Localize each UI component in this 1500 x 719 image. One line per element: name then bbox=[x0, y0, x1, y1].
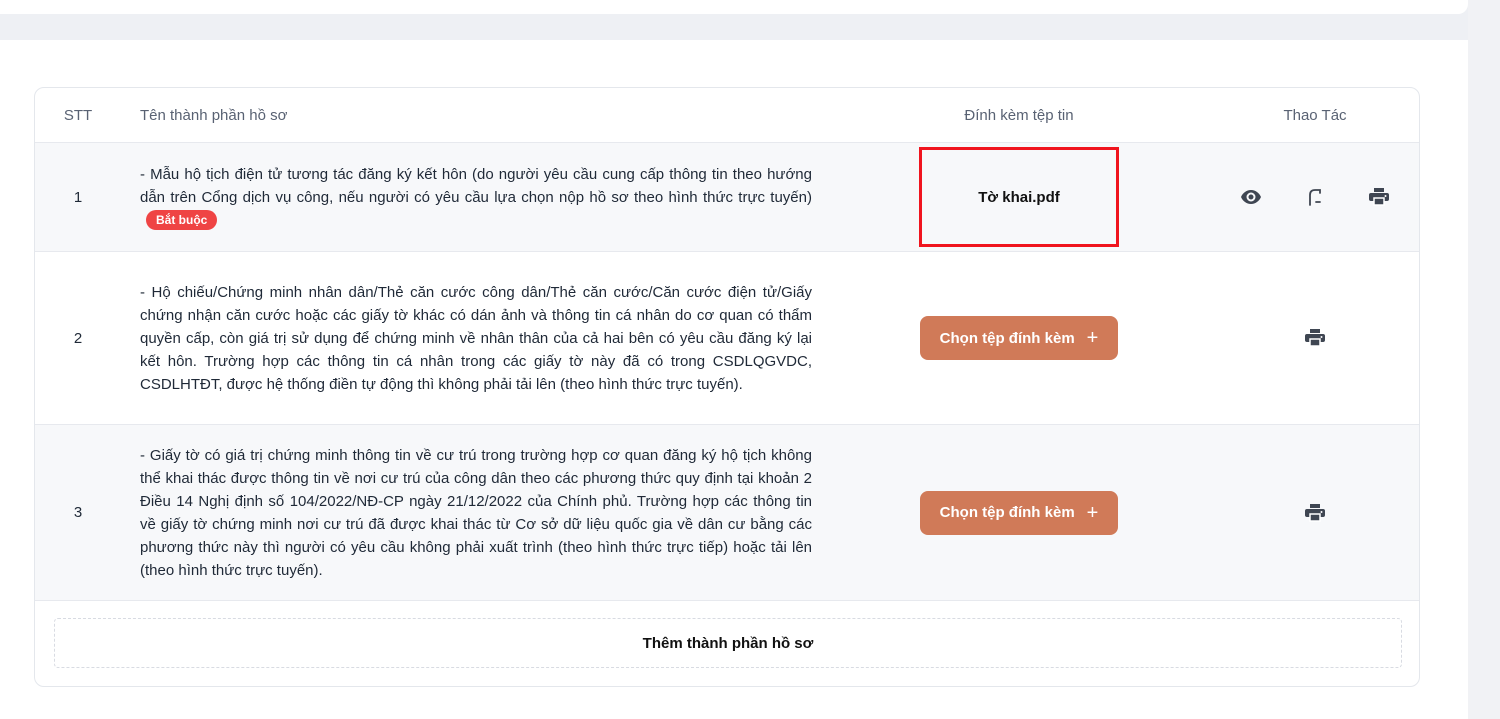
row-actions bbox=[1235, 252, 1395, 424]
content-panel: STT Tên thành phần hồ sơ Đính kèm tệp ti… bbox=[0, 40, 1468, 719]
plus-icon: + bbox=[1086, 327, 1099, 349]
row-description: - Giấy tờ có giá trị chứng minh thông ti… bbox=[140, 425, 812, 600]
table-row: 3 - Giấy tờ có giá trị chứng minh thông … bbox=[35, 425, 1419, 601]
row-actions bbox=[1235, 425, 1395, 600]
choose-file-button[interactable]: Chọn tệp đính kèm + bbox=[920, 490, 1118, 535]
add-component-button[interactable]: Thêm thành phần hồ sơ bbox=[54, 618, 1402, 668]
header-action: Thao Tác bbox=[1283, 107, 1347, 124]
description-text: - Mẫu hộ tịch điện tử tương tác đăng ký … bbox=[140, 165, 812, 206]
print-icon[interactable] bbox=[1304, 502, 1326, 524]
print-icon[interactable] bbox=[1304, 327, 1326, 349]
attach-cell: Tờ khai.pdf bbox=[919, 143, 1119, 251]
attach-cell: Chọn tệp đính kèm + bbox=[919, 252, 1119, 424]
choose-file-label: Chọn tệp đính kèm bbox=[939, 504, 1075, 521]
top-card bbox=[0, 0, 1468, 14]
table-row: 2 - Hộ chiếu/Chứng minh nhân dân/Thẻ căn… bbox=[35, 252, 1419, 425]
row-description: - Hộ chiếu/Chứng minh nhân dân/Thẻ căn c… bbox=[140, 252, 812, 424]
required-badge: Bắt buộc bbox=[146, 209, 218, 230]
description-text: - Hộ chiếu/Chứng minh nhân dân/Thẻ căn c… bbox=[140, 283, 812, 393]
table-row: 1 - Mẫu hộ tịch điện tử tương tác đăng k… bbox=[35, 143, 1419, 252]
choose-file-button[interactable]: Chọn tệp đính kèm + bbox=[920, 316, 1118, 360]
row-stt: 1 bbox=[73, 188, 83, 206]
print-icon[interactable] bbox=[1368, 186, 1390, 208]
choose-file-label: Chọn tệp đính kèm bbox=[939, 329, 1075, 347]
header-name: Tên thành phần hồ sơ bbox=[140, 107, 288, 124]
row-stt: 3 bbox=[73, 504, 83, 521]
table-header: STT Tên thành phần hồ sơ Đính kèm tệp ti… bbox=[35, 88, 1419, 143]
attached-file-link[interactable]: Tờ khai.pdf bbox=[919, 147, 1119, 247]
document-table: STT Tên thành phần hồ sơ Đính kèm tệp ti… bbox=[34, 87, 1420, 687]
plus-icon: + bbox=[1086, 501, 1099, 524]
description-text: - Giấy tờ có giá trị chứng minh thông ti… bbox=[140, 446, 812, 579]
row-description: - Mẫu hộ tịch điện tử tương tác đăng ký … bbox=[140, 143, 812, 251]
header-stt: STT bbox=[63, 107, 93, 124]
scrollbar-track[interactable] bbox=[1468, 0, 1500, 719]
eye-icon[interactable] bbox=[1240, 186, 1262, 208]
row-actions bbox=[1235, 143, 1395, 251]
row-stt: 2 bbox=[73, 329, 83, 347]
edit-sign-icon[interactable] bbox=[1304, 186, 1326, 208]
header-attach: Đính kèm tệp tin bbox=[964, 107, 1074, 124]
attach-cell: Chọn tệp đính kèm + bbox=[919, 425, 1119, 600]
